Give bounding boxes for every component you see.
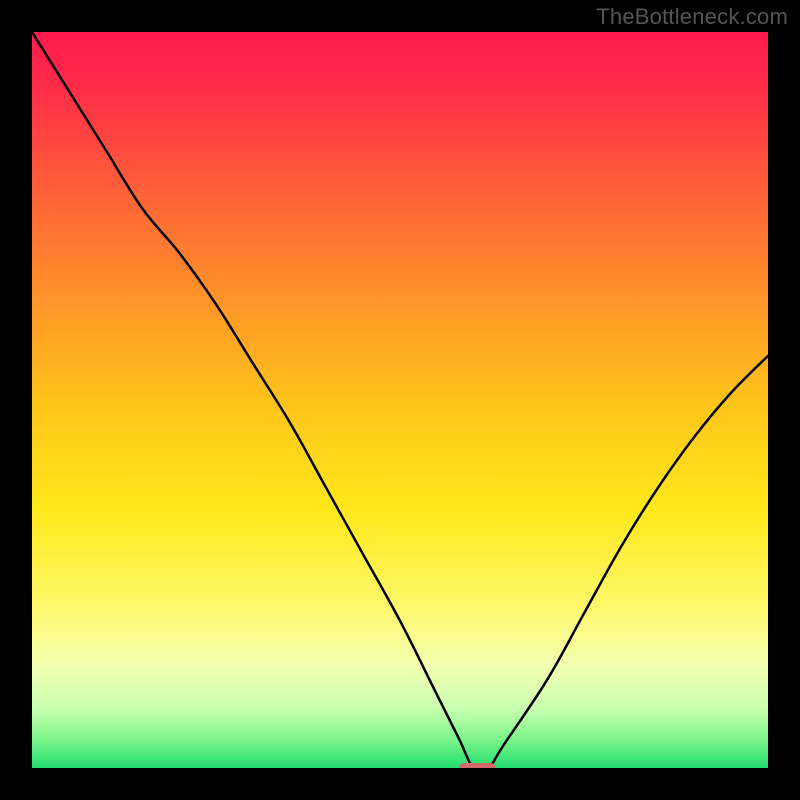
gradient-background xyxy=(32,32,768,768)
watermark-text: TheBottleneck.com xyxy=(596,4,788,30)
plot-area xyxy=(32,32,768,768)
plot-svg xyxy=(32,32,768,768)
chart-frame: TheBottleneck.com xyxy=(0,0,800,800)
optimal-marker xyxy=(459,763,496,768)
